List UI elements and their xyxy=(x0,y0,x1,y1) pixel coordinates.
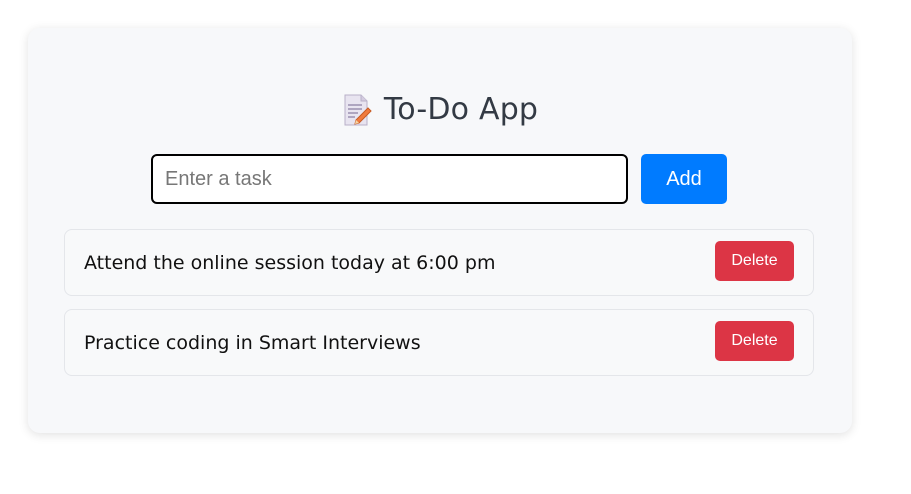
delete-button[interactable]: Delete xyxy=(715,240,794,281)
task-input-row: Add xyxy=(151,154,727,204)
delete-button[interactable]: Delete xyxy=(715,320,794,361)
task-item: Practice coding in Smart Interviews Dele… xyxy=(64,309,814,376)
task-input[interactable] xyxy=(151,154,628,204)
app-header: To-Do App xyxy=(28,92,852,127)
add-button[interactable]: Add xyxy=(641,154,727,204)
task-item: Attend the online session today at 6:00 … xyxy=(64,229,814,296)
task-list: Attend the online session today at 6:00 … xyxy=(64,229,814,389)
task-text: Attend the online session today at 6:00 … xyxy=(84,251,496,274)
task-text: Practice coding in Smart Interviews xyxy=(84,331,421,354)
todo-card: To-Do App Add Attend the online session … xyxy=(28,28,852,433)
page-title: To-Do App xyxy=(383,92,539,127)
memo-icon xyxy=(342,94,372,126)
